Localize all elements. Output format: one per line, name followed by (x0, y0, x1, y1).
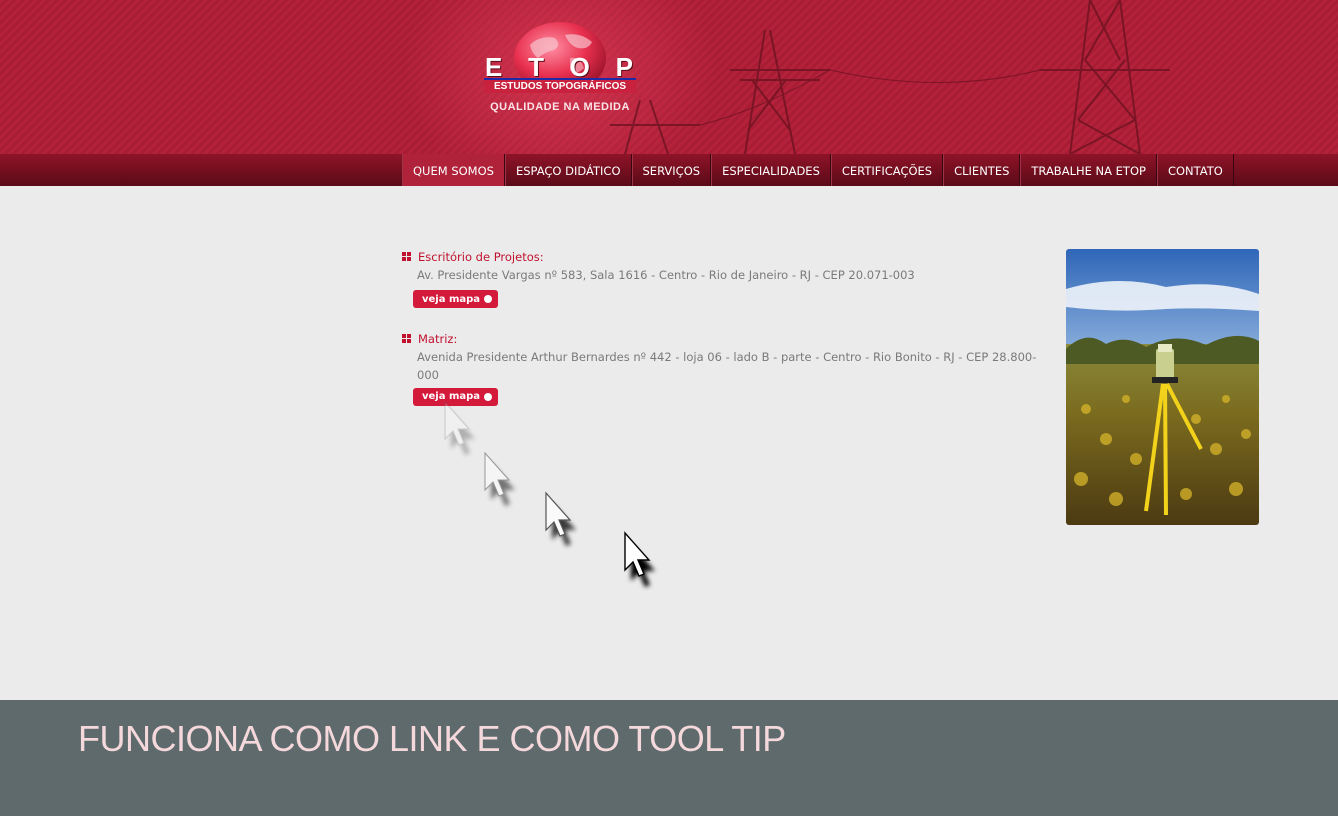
caption-text: FUNCIONA COMO LINK E COMO TOOL TIP (78, 718, 786, 759)
mouse-pointer-icons (444, 400, 655, 587)
